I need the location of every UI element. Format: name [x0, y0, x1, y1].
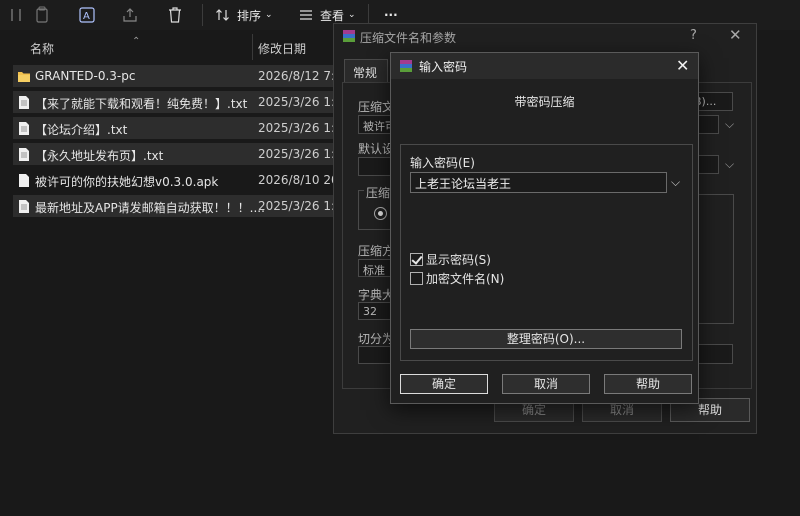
- encrypt-filenames-label: 加密文件名(N): [426, 272, 505, 286]
- winrar-icon: [400, 60, 412, 72]
- sort-icon: [216, 9, 229, 21]
- view-icon: [300, 10, 312, 20]
- dialog-titlebar: 输入密码 ✕: [391, 53, 698, 79]
- options-group: [698, 194, 734, 324]
- password-input[interactable]: 上老王论坛当老王: [410, 172, 667, 193]
- apk-file-icon: [19, 174, 29, 187]
- sort-ascending-icon: ⌃: [132, 36, 141, 47]
- share-icon[interactable]: [122, 5, 138, 25]
- file-date: 2025/3/26 1:0: [258, 147, 343, 161]
- file-name: 【永久地址发布页】.txt: [35, 149, 164, 163]
- column-modified-date[interactable]: 修改日期: [258, 40, 306, 57]
- chevron-down-icon: ⌄: [265, 10, 273, 20]
- checkbox-checked-icon[interactable]: [410, 253, 423, 266]
- cut-icon[interactable]: [8, 5, 24, 25]
- rename-icon[interactable]: A: [78, 5, 96, 25]
- default-profile-label: 默认设: [358, 142, 395, 156]
- sort-button[interactable]: 排序 ⌄: [215, 5, 273, 25]
- delete-icon[interactable]: [167, 5, 183, 25]
- chevron-down-icon[interactable]: ⌵: [671, 175, 680, 190]
- text-file-icon: [19, 96, 29, 109]
- file-name: 【论坛介绍】.txt: [35, 123, 128, 137]
- text-file-icon: [19, 200, 29, 213]
- text-file-icon: [19, 122, 29, 135]
- show-password-label: 显示密码(S): [426, 253, 491, 267]
- column-name[interactable]: 名称: [30, 40, 54, 57]
- ok-button[interactable]: 确定: [400, 374, 488, 394]
- help-button[interactable]: 帮助: [604, 374, 692, 394]
- file-date: 2026/8/10 20:: [258, 173, 343, 187]
- file-name: GRANTED-0.3-pc: [35, 69, 136, 83]
- file-row[interactable]: 【论坛介绍】.txt 2025/3/26 1:0: [13, 117, 343, 139]
- cancel-button[interactable]: 取消: [502, 374, 590, 394]
- file-row[interactable]: 【来了就能下载和观看！纯免费！】.txt 2025/3/26 1:0: [13, 91, 343, 113]
- encrypt-filenames-checkbox[interactable]: 加密文件名(N): [410, 270, 504, 287]
- show-password-checkbox[interactable]: 显示密码(S): [410, 251, 491, 268]
- winrar-icon: [343, 30, 355, 42]
- close-icon[interactable]: ✕: [676, 56, 689, 75]
- password-group: 输入密码(E) 上老王论坛当老王 ⌵ 显示密码(S) 加密文件名(N) 整理密码…: [400, 144, 693, 361]
- view-label: 查看: [320, 8, 345, 23]
- file-date: 2026/8/12 7:3: [258, 69, 343, 83]
- svg-text:A: A: [83, 11, 90, 22]
- file-date: 2025/3/26 1:0: [258, 95, 343, 109]
- folder-icon: [18, 72, 30, 82]
- compression-method-label: 压缩方: [358, 244, 395, 258]
- chevron-down-icon[interactable]: ⌵: [725, 157, 734, 172]
- help-icon[interactable]: ?: [690, 28, 697, 43]
- dialog-title: 压缩文件名和参数: [360, 31, 457, 45]
- tab-general[interactable]: 常规: [344, 59, 388, 83]
- file-row[interactable]: 被许可的你的扶她幻想v0.3.0.apk 2026/8/10 20:: [13, 169, 343, 191]
- organize-passwords-button[interactable]: 整理密码(O)...: [410, 329, 682, 349]
- view-button[interactable]: 查看 ⌄: [298, 5, 356, 25]
- format-radio[interactable]: [374, 207, 387, 220]
- close-icon[interactable]: ✕: [729, 26, 742, 44]
- column-divider[interactable]: [252, 34, 253, 60]
- file-name: 【来了就能下载和观看！纯免费！】.txt: [35, 97, 248, 111]
- file-row[interactable]: 【永久地址发布页】.txt 2025/3/26 1:0: [13, 143, 343, 165]
- file-date: 2025/3/26 1:0: [258, 121, 343, 135]
- dictionary-size-label: 字典大: [358, 288, 395, 302]
- toolbar-divider: [202, 4, 203, 26]
- file-row[interactable]: 最新地址及APP请发邮箱自动获取！！！.... 2025/3/26 1:0: [13, 195, 343, 217]
- file-date: 2025/3/26 1:0: [258, 199, 343, 213]
- file-name: 被许可的你的扶她幻想v0.3.0.apk: [35, 175, 219, 189]
- password-label: 输入密码(E): [410, 156, 475, 170]
- file-name: 最新地址及APP请发邮箱自动获取！！！....: [35, 201, 265, 215]
- sort-label: 排序: [237, 8, 262, 23]
- password-dialog: 输入密码 ✕ 带密码压缩 输入密码(E) 上老王论坛当老王 ⌵ 显示密码(S) …: [390, 52, 699, 404]
- dialog-heading: 带密码压缩: [514, 95, 575, 109]
- text-file-icon: [19, 148, 29, 161]
- chevron-down-icon: ⌄: [348, 10, 356, 20]
- archive-name-label: 压缩文: [358, 100, 395, 114]
- split-volume-label: 切分为: [358, 332, 395, 346]
- file-row[interactable]: GRANTED-0.3-pc 2026/8/12 7:3: [13, 65, 343, 87]
- more-options-button[interactable]: ···: [384, 5, 398, 25]
- dialog-title: 输入密码: [419, 60, 468, 74]
- copy-icon[interactable]: [34, 5, 50, 25]
- checkbox-unchecked-icon[interactable]: [410, 272, 423, 285]
- chevron-down-icon[interactable]: ⌵: [725, 117, 734, 132]
